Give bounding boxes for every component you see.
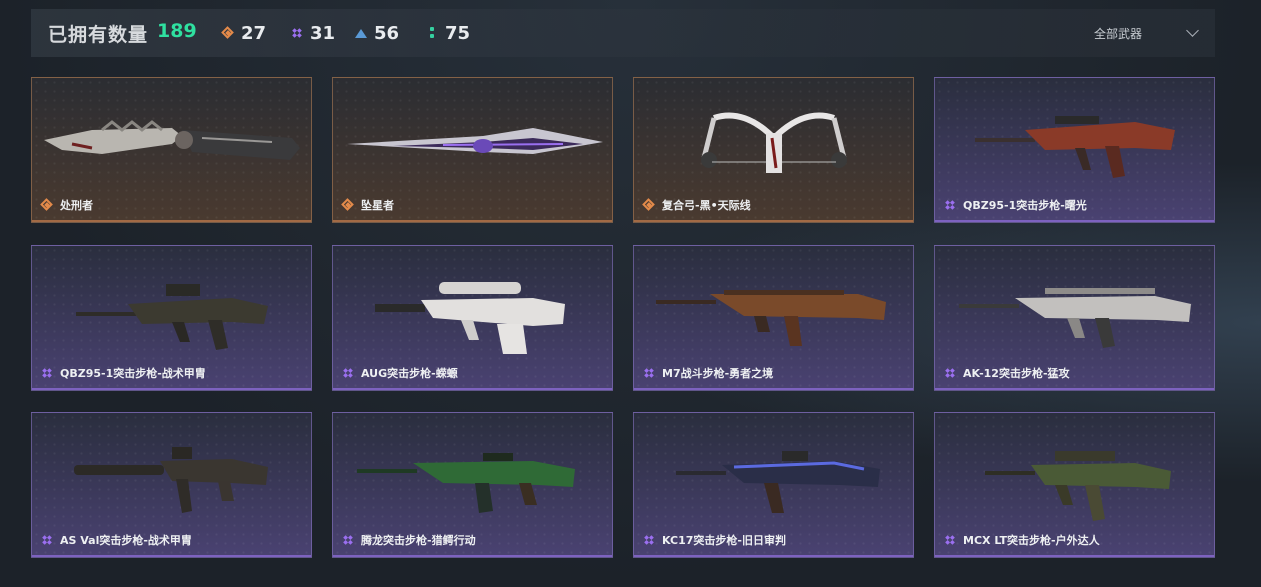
rarity-bar bbox=[333, 555, 612, 557]
weapon-name: AUG突击步枪-蝾螈 bbox=[361, 367, 458, 380]
weapon-name-row: QBZ95-1突击步枪-战术甲胄 bbox=[40, 365, 206, 381]
weapon-name-row: MCX LT突击步枪-户外达人 bbox=[943, 532, 1100, 548]
weapon-name: AK-12突击步枪-猛攻 bbox=[963, 367, 1070, 380]
rarity-bar bbox=[32, 388, 311, 390]
rarity-blue-stat: 56 bbox=[354, 21, 399, 45]
purple-cluster-icon bbox=[642, 366, 656, 380]
rarity-bar bbox=[32, 555, 311, 557]
weapon-card[interactable]: AUG突击步枪-蝾螈 bbox=[332, 245, 613, 391]
filter-label: 全部武器 bbox=[1093, 26, 1142, 41]
armory-page: 已拥有数量 189 27 31 56 75 全部武器 处刑者 坠星者 复合弓-黑… bbox=[0, 0, 1261, 587]
rarity-bar bbox=[634, 555, 913, 557]
orange-diamond-icon bbox=[341, 198, 355, 212]
rarity-green-stat: 75 bbox=[425, 21, 470, 45]
purple-cluster-icon bbox=[943, 198, 957, 212]
weapon-card[interactable]: 坠星者 bbox=[332, 77, 613, 223]
weapon-name: MCX LT突击步枪-户外达人 bbox=[963, 534, 1100, 547]
rifle-image bbox=[76, 284, 268, 350]
rifle-image bbox=[676, 451, 880, 513]
weapon-name: M7战斗步枪-勇者之境 bbox=[662, 367, 774, 380]
orange-diamond-icon bbox=[642, 198, 656, 212]
owned-label: 已拥有数量 bbox=[48, 24, 149, 46]
rarity-count: 27 bbox=[241, 22, 267, 44]
weapon-name-row: 复合弓-黑•天际线 bbox=[642, 197, 751, 213]
weapon-name-row: AS Val突击步枪-战术甲胄 bbox=[40, 532, 192, 548]
blue-triangle-icon bbox=[354, 26, 368, 40]
weapon-card[interactable]: AK-12突击步枪-猛攻 bbox=[934, 245, 1215, 391]
knife-image bbox=[44, 120, 300, 160]
green-dots-icon bbox=[425, 26, 439, 40]
purple-cluster-icon bbox=[290, 26, 304, 40]
rarity-bar bbox=[634, 220, 913, 222]
weapon-card[interactable]: 腾龙突击步枪-猎鳄行动 bbox=[332, 412, 613, 558]
weapon-name: QBZ95-1突击步枪-战术甲胄 bbox=[60, 367, 206, 380]
rarity-bar bbox=[32, 220, 311, 222]
weapon-card[interactable]: QBZ95-1突击步枪-曙光 bbox=[934, 77, 1215, 223]
weapon-name: 处刑者 bbox=[60, 199, 93, 212]
purple-cluster-icon bbox=[341, 366, 355, 380]
compound-bow-image bbox=[701, 112, 847, 173]
weapon-name-row: M7战斗步枪-勇者之境 bbox=[642, 365, 773, 381]
weapon-filter-dropdown[interactable]: 全部武器 bbox=[1094, 19, 1201, 47]
weapon-card[interactable]: KC17突击步枪-旧日审判 bbox=[633, 412, 914, 558]
weapon-name-row: 腾龙突击步枪-猎鳄行动 bbox=[341, 532, 476, 548]
weapon-card[interactable]: QBZ95-1突击步枪-战术甲胄 bbox=[31, 245, 312, 391]
purple-cluster-icon bbox=[943, 533, 957, 547]
rarity-bar bbox=[634, 388, 913, 390]
rarity-count: 31 bbox=[310, 22, 336, 44]
weapon-name: KC17突击步枪-旧日审判 bbox=[662, 534, 786, 547]
rifle-image bbox=[656, 290, 886, 346]
rifle-image bbox=[357, 453, 575, 513]
purple-cluster-icon bbox=[40, 366, 54, 380]
rifle-image bbox=[375, 282, 565, 354]
weapon-name-row: QBZ95-1突击步枪-曙光 bbox=[943, 197, 1087, 213]
purple-cluster-icon bbox=[943, 366, 957, 380]
weapon-card[interactable]: 处刑者 bbox=[31, 77, 312, 223]
purple-cluster-icon bbox=[40, 533, 54, 547]
purple-cluster-icon bbox=[642, 533, 656, 547]
weapon-name-row: AUG突击步枪-蝾螈 bbox=[341, 365, 458, 381]
orange-diamond-icon bbox=[40, 198, 54, 212]
rifle-image bbox=[985, 451, 1171, 521]
weapon-name: 坠星者 bbox=[361, 199, 394, 212]
weapon-name-row: KC17突击步枪-旧日审判 bbox=[642, 532, 786, 548]
blade-image bbox=[347, 128, 603, 154]
rarity-bar bbox=[935, 220, 1214, 222]
rarity-bar bbox=[333, 388, 612, 390]
summary-bar: 已拥有数量 189 27 31 56 75 全部武器 bbox=[31, 9, 1215, 57]
purple-cluster-icon bbox=[341, 533, 355, 547]
weapon-card[interactable]: 复合弓-黑•天际线 bbox=[633, 77, 914, 223]
rarity-bar bbox=[935, 388, 1214, 390]
weapon-name-row: 处刑者 bbox=[40, 197, 93, 213]
chevron-down-icon bbox=[1186, 24, 1199, 37]
owned-count: 189 bbox=[157, 20, 197, 42]
weapon-name: 腾龙突击步枪-猎鳄行动 bbox=[361, 534, 476, 547]
weapon-card[interactable]: MCX LT突击步枪-户外达人 bbox=[934, 412, 1215, 558]
weapon-card[interactable]: AS Val突击步枪-战术甲胄 bbox=[31, 412, 312, 558]
rarity-count: 56 bbox=[374, 22, 400, 44]
weapon-name-row: AK-12突击步枪-猛攻 bbox=[943, 365, 1070, 381]
rarity-bar bbox=[333, 220, 612, 222]
orange-diamond-icon bbox=[221, 26, 235, 40]
rarity-orange-stat: 27 bbox=[221, 21, 266, 45]
weapon-card[interactable]: M7战斗步枪-勇者之境 bbox=[633, 245, 914, 391]
weapon-name: AS Val突击步枪-战术甲胄 bbox=[60, 534, 192, 547]
rifle-image bbox=[975, 116, 1175, 178]
weapon-name-row: 坠星者 bbox=[341, 197, 394, 213]
rarity-purple-stat: 31 bbox=[290, 21, 335, 45]
weapon-name: QBZ95-1突击步枪-曙光 bbox=[963, 199, 1087, 212]
rarity-bar bbox=[935, 555, 1214, 557]
rarity-count: 75 bbox=[445, 22, 471, 44]
rifle-image bbox=[74, 447, 268, 513]
rifle-image bbox=[959, 288, 1191, 348]
weapon-name: 复合弓-黑•天际线 bbox=[662, 199, 751, 212]
